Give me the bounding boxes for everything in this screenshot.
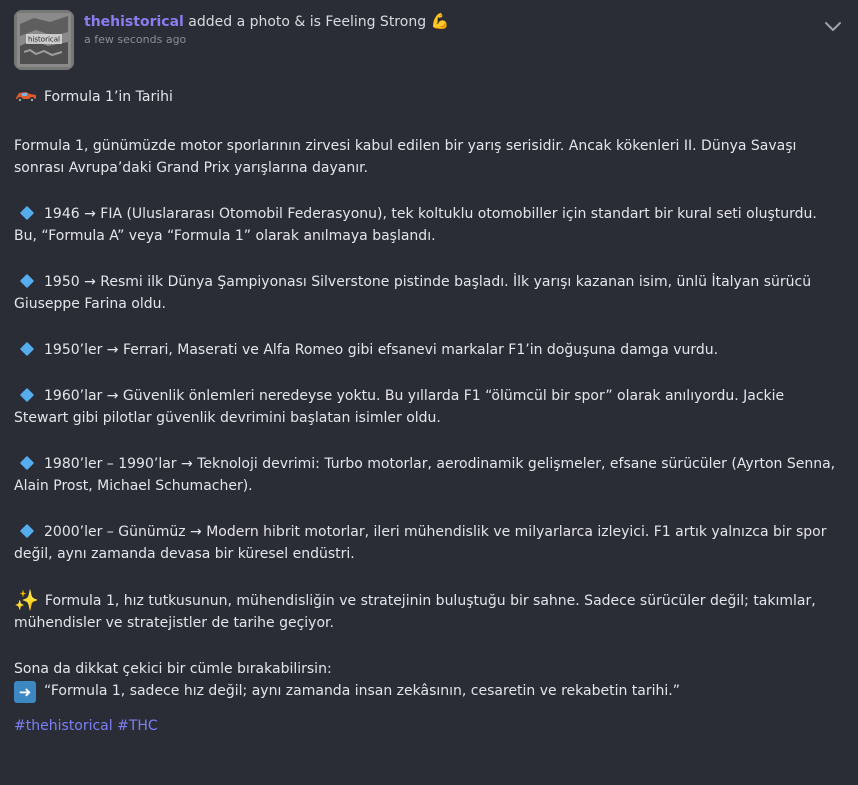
- post-headline: thehistorical added a photo & is Feeling…: [84, 11, 449, 32]
- header-text: thehistorical added a photo & is Feeling…: [84, 11, 449, 46]
- timeline-item: 1980’ler – 1990’lar → Teknoloji devrimi:…: [14, 453, 839, 497]
- timeline-item: 1950 → Resmi ilk Dünya Şampiyonası Silve…: [14, 271, 839, 315]
- author-link[interactable]: thehistorical: [84, 14, 184, 30]
- timeline-item: 1946 → FIA (Uluslararası Otomobil Federa…: [14, 203, 839, 247]
- timeline-text: 1980’ler – 1990’lar → Teknoloji devrimi:…: [14, 456, 836, 494]
- closing-prompt: Sona da dikkat çekici bir cümle bırakabi…: [14, 661, 332, 677]
- hashtag-list: #thehistorical #THC: [14, 715, 839, 737]
- timeline-text: 2000’ler – Günümüz → Modern hibrit motor…: [14, 524, 827, 562]
- blue-diamond-icon: [19, 205, 35, 221]
- post-title: Formula 1’in Tarihi: [14, 86, 839, 111]
- closing-quote-line: ➜ “Formula 1, sadece hız değil; aynı zama…: [14, 680, 839, 703]
- blue-diamond-icon: [19, 387, 35, 403]
- flexed-biceps-icon: 💪: [430, 12, 450, 30]
- blue-diamond-icon: [19, 523, 35, 539]
- avatar-image: historical: [14, 10, 74, 70]
- timeline-text: 1950’ler → Ferrari, Maserati ve Alfa Rom…: [44, 342, 719, 358]
- post-timestamp: a few seconds ago: [84, 33, 187, 46]
- post-action: added a photo & is Feeling Strong: [188, 14, 427, 30]
- post-card: historical thehistorical added a photo &…: [0, 0, 858, 785]
- blue-diamond-icon: [19, 455, 35, 471]
- timeline-text: 1950 → Resmi ilk Dünya Şampiyonası Silve…: [14, 274, 812, 312]
- hashtag-link[interactable]: #thehistorical: [14, 718, 113, 734]
- timeline-item: 1960’lar → Güvenlik önlemleri neredeyse …: [14, 385, 839, 429]
- timeline-text: 1960’lar → Güvenlik önlemleri neredeyse …: [14, 388, 785, 426]
- avatar[interactable]: historical: [14, 10, 74, 70]
- closing-quote: “Formula 1, sadece hız değil; aynı zaman…: [44, 683, 680, 699]
- timeline-text: 1946 → FIA (Uluslararası Otomobil Federa…: [14, 206, 817, 244]
- blue-diamond-icon: [19, 341, 35, 357]
- post-title-text: Formula 1’in Tarihi: [44, 89, 173, 105]
- chevron-down-icon[interactable]: [822, 15, 844, 37]
- sparkles-icon: ✨: [14, 588, 39, 612]
- conclusion-paragraph: ✨ Formula 1, hız tutkusunun, mühendisliği…: [14, 589, 839, 634]
- hashtag-link[interactable]: #THC: [117, 718, 158, 734]
- blue-diamond-icon: [19, 273, 35, 289]
- timeline-item: 2000’ler – Günümüz → Modern hibrit motor…: [14, 521, 839, 565]
- post-header: historical thehistorical added a photo &…: [14, 10, 844, 70]
- avatar-label: historical: [28, 36, 60, 44]
- conclusion-text: Formula 1, hız tutkusunun, mühendisliğin…: [14, 593, 816, 631]
- right-arrow-icon: ➜: [14, 681, 36, 703]
- timeline-item: 1950’ler → Ferrari, Maserati ve Alfa Rom…: [14, 339, 839, 361]
- post-body: Formula 1’in Tarihi Formula 1, günümüzde…: [14, 86, 839, 737]
- intro-paragraph: Formula 1, günümüzde motor sporlarının z…: [14, 138, 797, 176]
- race-car-icon: [14, 88, 38, 111]
